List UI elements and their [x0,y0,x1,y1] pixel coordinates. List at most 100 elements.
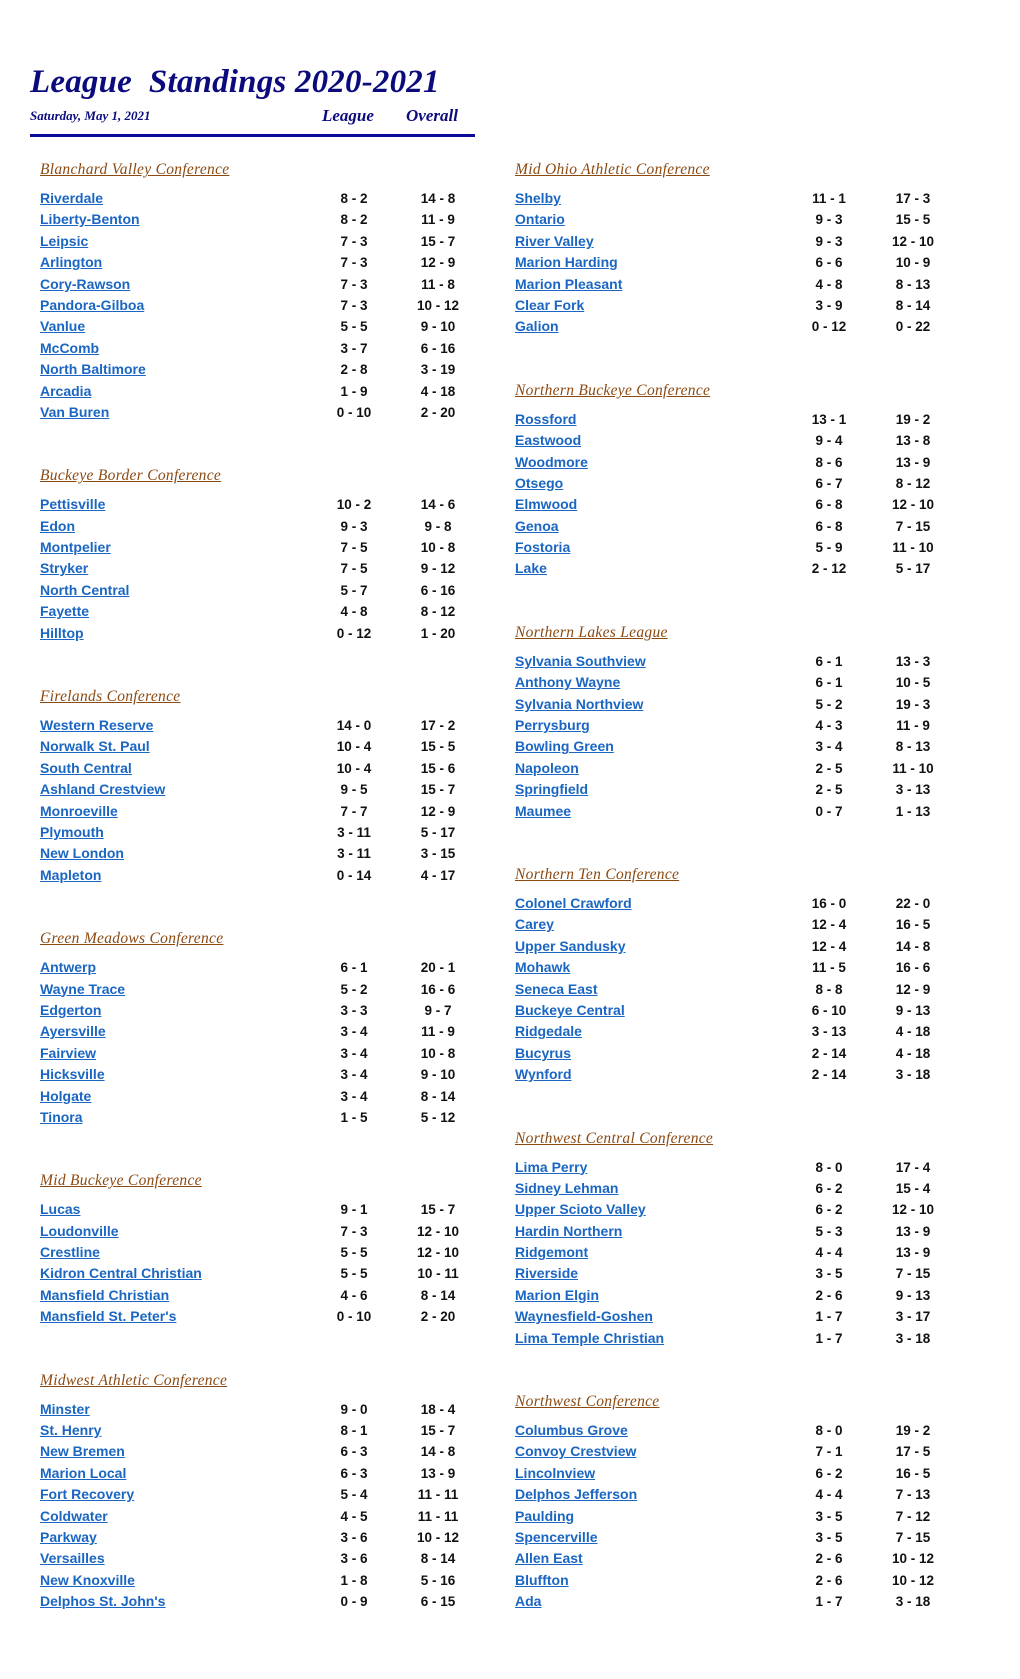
team-link[interactable]: Ontario [515,211,565,227]
team-link[interactable]: Crestline [40,1244,100,1260]
team-link[interactable]: Mansfield Christian [40,1287,169,1303]
team-link[interactable]: Pettisville [40,496,105,512]
team-link[interactable]: Marion Pleasant [515,276,622,292]
team-link[interactable]: Wayne Trace [40,981,125,997]
team-link[interactable]: Delphos St. John's [40,1593,165,1609]
team-link[interactable]: Sidney Lehman [515,1180,618,1196]
team-link[interactable]: River Valley [515,233,594,249]
team-link[interactable]: Hardin Northern [515,1223,622,1239]
team-link[interactable]: Coldwater [40,1508,108,1524]
team-link[interactable]: Fairview [40,1045,96,1061]
team-link[interactable]: Van Buren [40,404,109,420]
team-link[interactable]: Ayersville [40,1023,106,1039]
team-link[interactable]: Mohawk [515,959,570,975]
team-link[interactable]: Edon [40,518,75,534]
team-link[interactable]: Hilltop [40,625,84,641]
team-link[interactable]: North Baltimore [40,361,146,377]
team-link[interactable]: Fort Recovery [40,1486,134,1502]
team-link[interactable]: Spencerville [515,1529,598,1545]
team-link[interactable]: Pandora-Gilboa [40,297,144,313]
team-link[interactable]: Shelby [515,190,561,206]
team-link[interactable]: Holgate [40,1088,91,1104]
team-link[interactable]: Bluffton [515,1572,569,1588]
team-link[interactable]: Marion Local [40,1465,126,1481]
team-link[interactable]: New Bremen [40,1443,125,1459]
team-link[interactable]: Edgerton [40,1002,101,1018]
team-link[interactable]: New London [40,845,124,861]
team-link[interactable]: Stryker [40,560,88,576]
team-link[interactable]: Waynesfield-Goshen [515,1308,653,1324]
team-link[interactable]: Wynford [515,1066,572,1082]
team-link[interactable]: Rossford [515,411,576,427]
team-link[interactable]: Marion Elgin [515,1287,599,1303]
team-link[interactable]: Arlington [40,254,102,270]
team-link[interactable]: North Central [40,582,129,598]
team-link[interactable]: Tinora [40,1109,83,1125]
team-link[interactable]: New Knoxville [40,1572,135,1588]
team-link[interactable]: Lima Perry [515,1159,587,1175]
team-link[interactable]: South Central [40,760,132,776]
team-link[interactable]: Mansfield St. Peter's [40,1308,176,1324]
team-link[interactable]: Lincolnview [515,1465,595,1481]
team-link[interactable]: Allen East [515,1550,583,1566]
team-link[interactable]: Perrysburg [515,717,590,733]
team-link[interactable]: Bucyrus [515,1045,571,1061]
team-link[interactable]: Sylvania Northview [515,696,643,712]
team-link[interactable]: Eastwood [515,432,581,448]
team-link[interactable]: Elmwood [515,496,577,512]
team-link[interactable]: Woodmore [515,454,588,470]
team-link[interactable]: Monroeville [40,803,118,819]
team-link[interactable]: Convoy Crestview [515,1443,636,1459]
team-link[interactable]: Fayette [40,603,89,619]
team-link[interactable]: Colonel Crawford [515,895,632,911]
team-link[interactable]: Versailles [40,1550,105,1566]
team-link[interactable]: Loudonville [40,1223,119,1239]
team-link[interactable]: Springfield [515,781,588,797]
team-link[interactable]: Galion [515,318,559,334]
team-link[interactable]: Minster [40,1401,90,1417]
team-link[interactable]: Upper Sandusky [515,938,625,954]
team-link[interactable]: Sylvania Southview [515,653,646,669]
team-link[interactable]: Lucas [40,1201,80,1217]
team-link[interactable]: Cory-Rawson [40,276,130,292]
team-link[interactable]: Seneca East [515,981,598,997]
team-link[interactable]: Bowling Green [515,738,614,754]
team-link[interactable]: Vanlue [40,318,85,334]
team-link[interactable]: Ada [515,1593,541,1609]
team-link[interactable]: Fostoria [515,539,570,555]
team-link[interactable]: Norwalk St. Paul [40,738,150,754]
team-link[interactable]: Paulding [515,1508,574,1524]
team-link[interactable]: McComb [40,340,99,356]
team-link[interactable]: Leipsic [40,233,88,249]
team-link[interactable]: St. Henry [40,1422,101,1438]
team-link[interactable]: Riverside [515,1265,578,1281]
team-link[interactable]: Hicksville [40,1066,105,1082]
team-link[interactable]: Carey [515,916,554,932]
team-link[interactable]: Anthony Wayne [515,674,620,690]
team-link[interactable]: Columbus Grove [515,1422,628,1438]
team-link[interactable]: Montpelier [40,539,111,555]
team-link[interactable]: Otsego [515,475,563,491]
team-link[interactable]: Liberty-Benton [40,211,140,227]
team-link[interactable]: Marion Harding [515,254,618,270]
team-link[interactable]: Lake [515,560,547,576]
team-link[interactable]: Ridgemont [515,1244,588,1260]
team-link[interactable]: Lima Temple Christian [515,1330,664,1346]
team-link[interactable]: Plymouth [40,824,104,840]
team-link[interactable]: Ridgedale [515,1023,582,1039]
team-link[interactable]: Delphos Jefferson [515,1486,637,1502]
team-link[interactable]: Antwerp [40,959,96,975]
team-link[interactable]: Clear Fork [515,297,584,313]
team-link[interactable]: Western Reserve [40,717,153,733]
team-link[interactable]: Upper Scioto Valley [515,1201,646,1217]
team-link[interactable]: Buckeye Central [515,1002,625,1018]
team-link[interactable]: Maumee [515,803,571,819]
team-link[interactable]: Riverdale [40,190,103,206]
team-link[interactable]: Arcadia [40,383,91,399]
team-link[interactable]: Kidron Central Christian [40,1265,202,1281]
team-link[interactable]: Napoleon [515,760,579,776]
team-link[interactable]: Ashland Crestview [40,781,165,797]
team-link[interactable]: Mapleton [40,867,101,883]
team-link[interactable]: Genoa [515,518,559,534]
team-link[interactable]: Parkway [40,1529,97,1545]
